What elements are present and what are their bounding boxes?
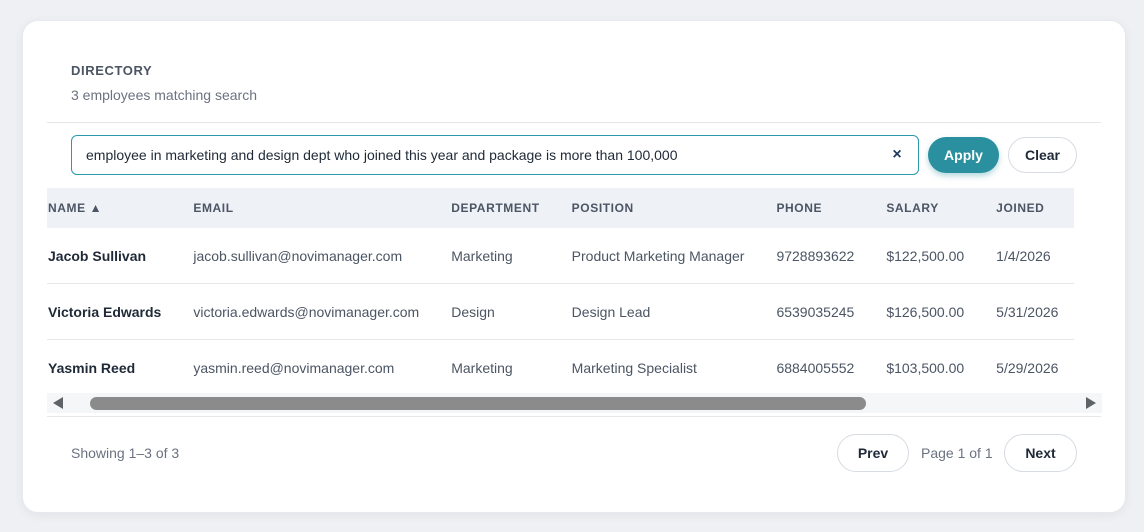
- cell-salary: $126,500.00: [870, 283, 981, 340]
- cell-position: Marketing Specialist: [555, 339, 761, 396]
- cell-salary: $122,500.00: [870, 228, 981, 284]
- cell-department: Marketing: [435, 228, 556, 284]
- table-row[interactable]: Victoria Edwards victoria.edwards@novima…: [47, 283, 1075, 340]
- page-title: DIRECTORY: [71, 63, 153, 78]
- table-row[interactable]: Jacob Sullivan jacob.sullivan@novimanage…: [47, 228, 1075, 284]
- apply-button[interactable]: Apply: [928, 137, 999, 173]
- cell-salary: $103,500.00: [870, 339, 981, 396]
- cell-phone: 6884005552: [760, 339, 871, 396]
- table-header-row: NAME ▲ EMAIL DEPARTMENT POSITION PHONE S…: [47, 188, 1075, 228]
- directory-card: DIRECTORY 3 employees matching search × …: [22, 20, 1126, 513]
- scroll-right-icon[interactable]: [1086, 397, 1096, 409]
- horizontal-scrollbar[interactable]: [47, 393, 1102, 413]
- footer-divider: [47, 416, 1101, 417]
- cell-joined: 1/4/2026: [980, 228, 1075, 284]
- cell-department: Design: [435, 283, 556, 340]
- cell-position: Design Lead: [555, 283, 761, 340]
- cell-position: Product Marketing Manager: [555, 228, 761, 284]
- cell-joined: 5/31/2026: [980, 283, 1075, 340]
- column-header-name[interactable]: NAME ▲: [47, 188, 178, 228]
- scroll-left-icon[interactable]: [53, 397, 63, 409]
- page-indicator: Page 1 of 1: [921, 445, 993, 461]
- cell-name: Yasmin Reed: [47, 339, 178, 396]
- column-header-phone[interactable]: PHONE: [760, 188, 871, 228]
- column-header-position[interactable]: POSITION: [555, 188, 761, 228]
- cell-email: victoria.edwards@novimanager.com: [177, 283, 436, 340]
- column-header-joined[interactable]: JOINED: [980, 188, 1075, 228]
- cell-email: jacob.sullivan@novimanager.com: [177, 228, 436, 284]
- cell-name: Jacob Sullivan: [47, 228, 178, 284]
- cell-email: yasmin.reed@novimanager.com: [177, 339, 436, 396]
- cell-joined: 5/29/2026: [980, 339, 1075, 396]
- cell-phone: 9728893622: [760, 228, 871, 284]
- employee-table: NAME ▲ EMAIL DEPARTMENT POSITION PHONE S…: [47, 188, 1075, 396]
- column-header-email[interactable]: EMAIL: [177, 188, 436, 228]
- search-row: × Apply Clear: [71, 134, 1101, 178]
- prev-page-button[interactable]: Prev: [837, 434, 909, 472]
- scrollbar-thumb[interactable]: [90, 397, 866, 410]
- table-row[interactable]: Yasmin Reed yasmin.reed@novimanager.com …: [47, 339, 1075, 396]
- results-count: 3 employees matching search: [71, 87, 257, 103]
- column-header-department[interactable]: DEPARTMENT: [435, 188, 556, 228]
- column-header-salary[interactable]: SALARY: [870, 188, 981, 228]
- clear-button[interactable]: Clear: [1008, 137, 1077, 173]
- search-input[interactable]: [71, 135, 919, 175]
- directory-header: DIRECTORY 3 employees matching search: [71, 63, 257, 103]
- next-page-button[interactable]: Next: [1004, 434, 1077, 472]
- cell-department: Marketing: [435, 339, 556, 396]
- showing-count: Showing 1–3 of 3: [71, 445, 180, 461]
- cell-name: Victoria Edwards: [47, 283, 178, 340]
- employee-table-viewport[interactable]: NAME ▲ EMAIL DEPARTMENT POSITION PHONE S…: [47, 188, 1102, 418]
- cell-phone: 6539035245: [760, 283, 871, 340]
- clear-search-icon[interactable]: ×: [887, 145, 907, 165]
- header-divider: [47, 122, 1101, 123]
